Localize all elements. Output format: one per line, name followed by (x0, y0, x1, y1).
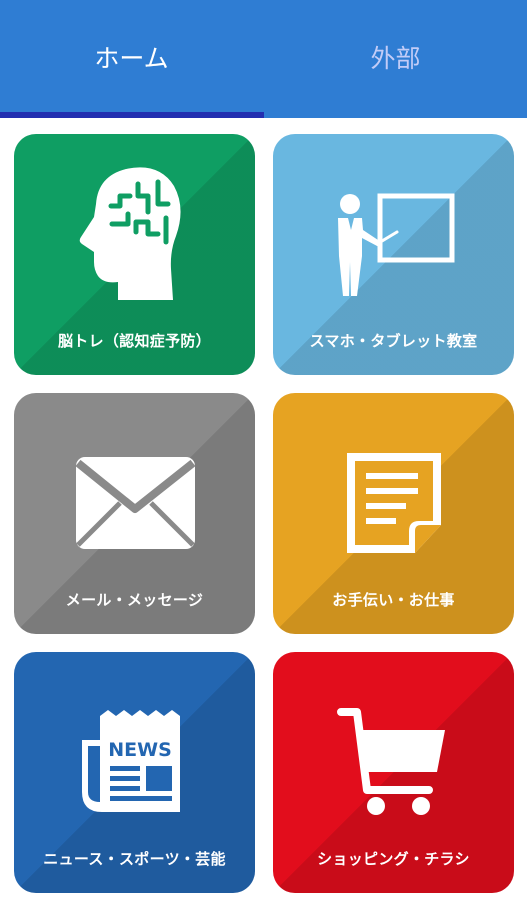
tile-label: メール・メッセージ (65, 591, 204, 609)
tile-label: 脳トレ（認知症予防） (57, 332, 211, 350)
document-icon (347, 453, 441, 553)
news-icon-text: NEWS (108, 739, 172, 761)
tile-shopping-flyers[interactable]: ショッピング・チラシ (273, 652, 514, 893)
tile-label: スマホ・タブレット教室 (309, 332, 478, 350)
shopping-cart-icon (337, 708, 445, 815)
tile-label: お手伝い・お仕事 (332, 591, 455, 609)
envelope-icon (75, 457, 196, 549)
brain-head-icon (79, 167, 181, 300)
tab-external[interactable]: 外部 (264, 0, 527, 118)
active-tab-indicator (0, 112, 264, 118)
newspaper-icon: NEWS (82, 710, 180, 812)
tile-label: ショッピング・チラシ (317, 850, 470, 868)
tile-brain-training[interactable]: 脳トレ（認知症予防） (14, 134, 255, 375)
tab-home[interactable]: ホーム (0, 0, 263, 118)
tile-smartphone-class[interactable]: スマホ・タブレット教室 (273, 134, 514, 375)
tile-label: ニュース・スポーツ・芸能 (43, 850, 226, 868)
tile-mail-message[interactable]: メール・メッセージ (14, 393, 255, 634)
tile-news-sports[interactable]: NEWS ニュース・スポーツ・芸能 (14, 652, 255, 893)
tile-help-work[interactable]: お手伝い・お仕事 (273, 393, 514, 634)
tab-bar: ホーム 外部 (0, 0, 527, 118)
teacher-board-icon (338, 193, 455, 296)
